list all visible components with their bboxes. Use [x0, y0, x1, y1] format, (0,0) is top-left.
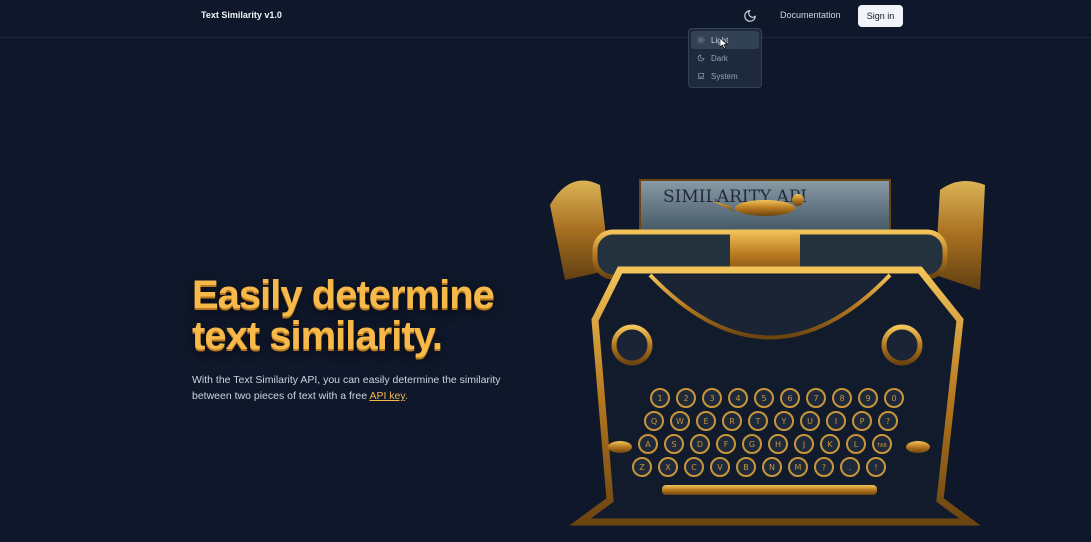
typewriter-key-label: G: [749, 440, 755, 449]
moon-icon: [697, 54, 705, 62]
documentation-link[interactable]: Documentation: [780, 10, 841, 20]
typewriter-key-label: X: [665, 463, 671, 472]
typewriter-key-label: 7: [813, 394, 818, 403]
typewriter-key-label: Z: [639, 463, 645, 472]
typewriter-key-label: 4: [735, 394, 740, 403]
hero-title-line-1: Easily determine: [192, 273, 495, 317]
typewriter-key-label: D: [697, 440, 703, 449]
typewriter-key-label: 1: [657, 394, 662, 403]
typewriter-key-label: !: [874, 463, 877, 472]
brand-title[interactable]: Text Similarity v1.0: [201, 10, 282, 20]
typewriter-key-label: I: [835, 417, 837, 426]
hero-title: Easily determine text similarity.: [192, 273, 495, 358]
typewriter-key-label: H: [775, 440, 781, 449]
typewriter-key-label: E: [703, 417, 708, 426]
typewriter-illustration: SIMILARITY API 1 2 3 4 5 6 7 8 9 0Q W E R T Y U I P ?A S D F G…: [550, 179, 985, 526]
theme-menu-label: System: [711, 71, 738, 81]
theme-toggle-button[interactable]: [740, 6, 760, 26]
sign-in-button[interactable]: Sign in: [858, 5, 903, 27]
typewriter-key-label: V: [717, 463, 723, 472]
hero-description-end: .: [404, 390, 408, 402]
typewriter-key-label: ?: [822, 463, 826, 472]
theme-menu: Light Dark System: [688, 28, 762, 88]
laptop-icon: [697, 73, 705, 79]
navbar: Text Similarity v1.0 Documentation Sign …: [0, 0, 1091, 38]
typewriter-key-label: 3: [709, 394, 714, 403]
typewriter-key-label: TAB: [876, 443, 887, 449]
hero-description-text: With the Text Similarity API, you can ea…: [192, 374, 501, 402]
typewriter-key-label: Y: [781, 417, 787, 426]
typewriter-key-label: P: [860, 417, 865, 426]
typewriter-key-label: W: [676, 417, 684, 426]
typewriter-key-label: F: [724, 440, 729, 449]
typewriter-key-label: 9: [865, 394, 870, 403]
mouse-cursor-icon: [720, 38, 728, 49]
typewriter-key-label: ?: [886, 417, 890, 426]
typewriter-key-label: U: [807, 417, 813, 426]
typewriter-key-label: Q: [651, 417, 657, 426]
typewriter-key-label: T: [755, 417, 761, 426]
typewriter-key-label: C: [691, 463, 697, 472]
typewriter-key-label: 2: [683, 394, 688, 403]
hero-description: With the Text Similarity API, you can ea…: [192, 372, 532, 404]
typewriter-key-label: N: [769, 463, 775, 472]
typewriter-key-label: L: [854, 440, 859, 449]
moon-icon: [744, 10, 756, 22]
typewriter-key-label: K: [827, 440, 833, 449]
typewriter-key-label: 6: [787, 394, 792, 403]
theme-menu-item-dark[interactable]: Dark: [691, 49, 759, 67]
typewriter-key-label: 0: [891, 394, 896, 403]
typewriter-key-label: .: [849, 463, 852, 472]
sun-icon: [697, 36, 705, 44]
hero-title-line-2: text similarity.: [192, 314, 443, 358]
theme-menu-label: Dark: [711, 53, 728, 63]
typewriter-key-label: J: [802, 440, 805, 449]
typewriter-key-label: M: [795, 463, 802, 472]
typewriter-key-label: R: [729, 417, 735, 426]
typewriter-key-label: B: [743, 463, 749, 472]
theme-menu-item-system[interactable]: System: [691, 67, 759, 85]
typewriter-key-label: A: [645, 440, 651, 449]
typewriter-key-label: 8: [839, 394, 844, 403]
typewriter-key-label: 5: [761, 394, 766, 403]
typewriter-key-label: S: [671, 440, 676, 449]
api-key-link[interactable]: API key: [369, 390, 404, 402]
